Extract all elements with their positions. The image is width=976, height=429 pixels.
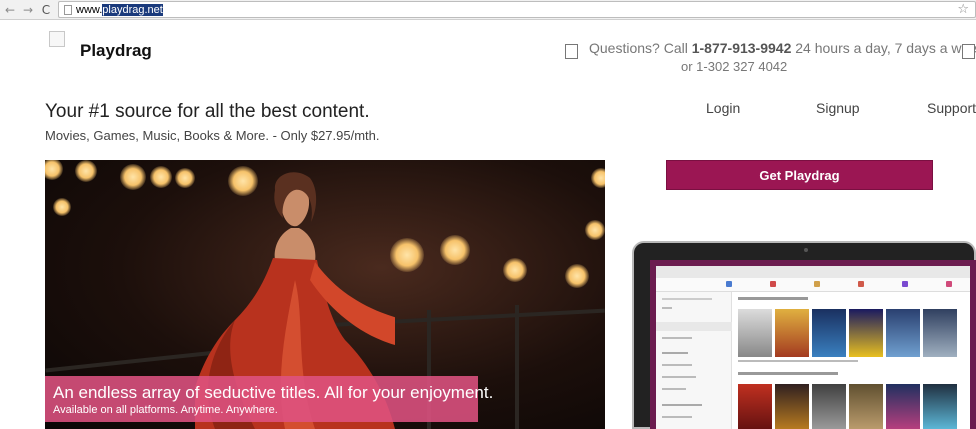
game-cover	[812, 309, 846, 357]
laptop-mockup	[632, 241, 976, 429]
broken-logo-image-icon[interactable]	[49, 31, 65, 47]
railing-post	[515, 305, 519, 429]
sidebar-line	[662, 364, 692, 366]
tab-icon	[770, 281, 776, 287]
tab-icon	[814, 281, 820, 287]
broken-image-icon	[565, 44, 578, 59]
sidebar-line	[662, 352, 688, 354]
back-arrow-icon[interactable]: ←	[2, 2, 18, 18]
content-heading-line	[738, 372, 838, 375]
app-sidebar	[656, 292, 732, 429]
reload-icon[interactable]: C	[38, 2, 54, 18]
url-prefix: www.	[76, 4, 103, 16]
sidebar-line	[662, 388, 686, 390]
questions-suffix: 24 hours a day, 7 days a week	[795, 40, 976, 56]
app-content	[732, 292, 970, 429]
bokeh-light	[585, 220, 605, 240]
sidebar-highlight	[656, 322, 732, 331]
tab-icon	[902, 281, 908, 287]
content-caption-line	[738, 360, 858, 362]
laptop-screen	[650, 260, 976, 429]
address-bar[interactable]: www.playdrag.net ☆	[58, 1, 976, 18]
support-link[interactable]: Support	[927, 100, 976, 116]
game-cover	[738, 309, 772, 357]
bokeh-light	[591, 168, 605, 188]
game-cover	[923, 384, 957, 429]
content-heading-line	[738, 297, 808, 300]
tab-icon	[726, 281, 732, 287]
bokeh-light	[53, 198, 71, 216]
brand-name[interactable]: Playdrag	[80, 41, 152, 61]
game-cover	[775, 384, 809, 429]
hero-caption: An endless array of seductive titles. Al…	[45, 376, 493, 422]
questions-prefix: Questions? Call	[589, 40, 688, 56]
page-headline: Your #1 source for all the best content.	[45, 101, 370, 122]
bokeh-light	[175, 168, 195, 188]
app-category-tabs	[656, 278, 970, 292]
game-cover	[886, 384, 920, 429]
hero-caption-subtitle: Available on all platforms. Anytime. Any…	[53, 404, 278, 416]
url-text[interactable]: www.playdrag.net	[76, 3, 163, 17]
support-contact: Questions? Call 1-877-913-9942 24 hours …	[589, 40, 976, 56]
sidebar-line	[662, 376, 696, 378]
bokeh-light	[440, 235, 470, 265]
sidebar-line	[662, 307, 672, 309]
browser-toolbar: ← → C www.playdrag.net ☆	[0, 0, 976, 20]
hero-image: An endless array of seductive titles. Al…	[45, 160, 605, 429]
phone-number[interactable]: 1-877-913-9942	[692, 40, 792, 56]
sidebar-line	[662, 337, 692, 339]
url-selected: playdrag.net	[102, 4, 163, 16]
sidebar-line	[662, 298, 712, 300]
sidebar-line	[662, 404, 702, 406]
game-cover	[775, 309, 809, 357]
tab-icon	[858, 281, 864, 287]
bokeh-light	[390, 238, 424, 272]
broken-image-icon	[962, 44, 975, 59]
app-window-titlebar	[656, 266, 970, 278]
bokeh-light	[75, 160, 97, 182]
get-playdrag-button[interactable]: Get Playdrag	[666, 160, 933, 190]
page-icon	[64, 5, 72, 15]
bokeh-light	[45, 160, 63, 180]
forward-arrow-icon[interactable]: →	[20, 2, 36, 18]
tab-icon	[946, 281, 952, 287]
game-cover	[812, 384, 846, 429]
bokeh-light	[120, 164, 146, 190]
signup-link[interactable]: Signup	[816, 100, 860, 116]
game-cover	[738, 384, 772, 429]
sidebar-line	[662, 416, 692, 418]
game-cover	[923, 309, 957, 357]
game-cover	[886, 309, 920, 357]
bokeh-light	[150, 166, 172, 188]
camera-dot	[804, 248, 808, 252]
game-cover	[849, 384, 883, 429]
alt-phone-number: or 1-302 327 4042	[681, 59, 788, 74]
bokeh-light	[565, 264, 589, 288]
page-subline: Movies, Games, Music, Books & More. - On…	[45, 128, 380, 143]
hero-caption-title: An endless array of seductive titles. Al…	[53, 383, 494, 402]
bookmark-star-icon[interactable]: ☆	[957, 2, 969, 17]
bokeh-light	[503, 258, 527, 282]
login-link[interactable]: Login	[706, 100, 740, 116]
game-cover	[849, 309, 883, 357]
